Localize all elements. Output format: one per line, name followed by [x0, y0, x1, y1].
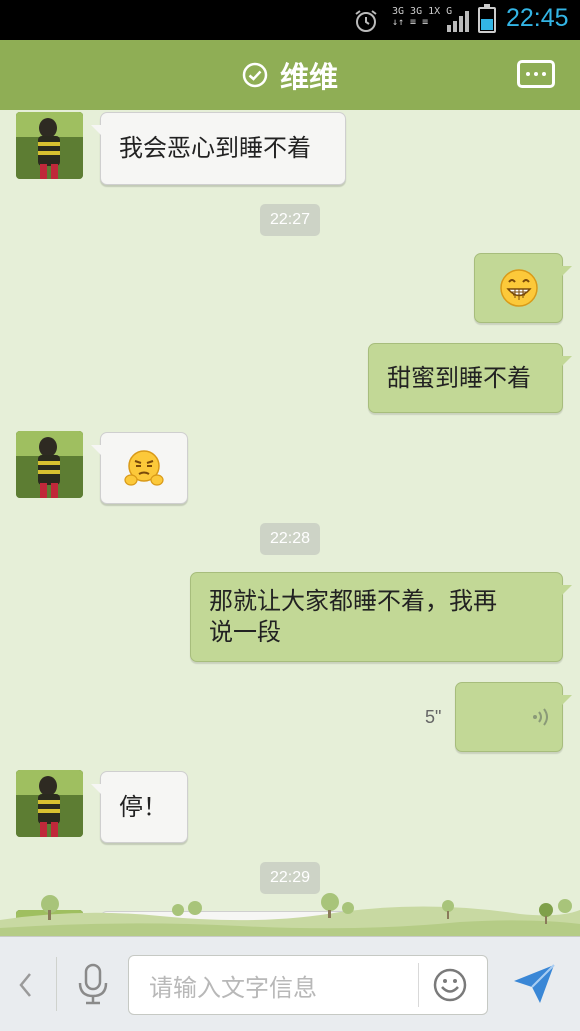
status-bar: 3G 3G 1X G ↓↑ ≡ ≡ 22:45: [0, 0, 580, 40]
message-text: 我会恶心到睡不着: [119, 134, 311, 162]
back-icon: [19, 973, 31, 997]
landscape-decoration: [0, 893, 580, 936]
network-type-label: 3G 3G 1X G: [392, 6, 453, 17]
message-bubble-sent[interactable]: [474, 253, 572, 323]
back-button[interactable]: [10, 967, 40, 1003]
more-button[interactable]: [517, 60, 555, 88]
send-icon[interactable]: [510, 961, 558, 1007]
message-list[interactable]: 我会恶心到睡不着 22:27 甜蜜到睡不着 22:28 那就让大家都睡不着，我再…: [0, 110, 580, 936]
check-circle-icon: [242, 62, 268, 88]
message-text-line-2: 说一段: [209, 618, 281, 646]
grin-emoji-icon: [499, 269, 538, 307]
network-indicator: 3G 3G 1X G ↓↑ ≡ ≡: [392, 6, 452, 28]
message-input-placeholder: 请输入文字信息: [149, 973, 317, 1002]
message-bubble-received[interactable]: [91, 432, 188, 504]
contact-avatar[interactable]: [16, 770, 83, 837]
alarm-icon: [355, 10, 377, 32]
voice-wave-icon: [533, 708, 548, 726]
emoji-icon[interactable]: [432, 967, 468, 1003]
divider: [418, 963, 419, 1007]
clock: 22:45: [506, 4, 569, 32]
contact-avatar[interactable]: [16, 431, 83, 498]
message-text: 停！: [119, 792, 167, 821]
timestamp-pill: 22:27: [260, 204, 320, 236]
annoyed-emoji-icon: [124, 450, 164, 486]
signal-icon: [447, 11, 469, 32]
mic-icon[interactable]: [76, 963, 110, 1005]
network-activity-label: ↓↑ ≡ ≡: [392, 17, 429, 28]
contact-name[interactable]: 维维: [280, 54, 338, 96]
contact-avatar[interactable]: [16, 112, 83, 179]
message-text-line-1: 那就让大家都睡不着，我再: [209, 587, 497, 615]
message-bubble-received[interactable]: 我会恶心到睡不着: [91, 112, 346, 185]
battery-level-fill: [481, 19, 493, 30]
more-icon: [526, 72, 530, 76]
voice-duration: 5": [425, 707, 442, 727]
message-text: 甜蜜到睡不着: [387, 363, 531, 392]
message-bubble-received[interactable]: 停！: [91, 771, 188, 843]
input-bar: 请输入文字信息: [0, 936, 580, 1031]
message-bubble-sent[interactable]: 甜蜜到睡不着: [368, 343, 572, 413]
timestamp-pill: 22:28: [260, 523, 320, 555]
chat-title-group: 维维: [0, 40, 580, 110]
battery-icon: [478, 4, 496, 33]
divider: [56, 957, 57, 1011]
voice-message-bubble[interactable]: [455, 682, 572, 752]
message-bubble-sent[interactable]: 那就让大家都睡不着，我再 说一段: [190, 572, 572, 662]
